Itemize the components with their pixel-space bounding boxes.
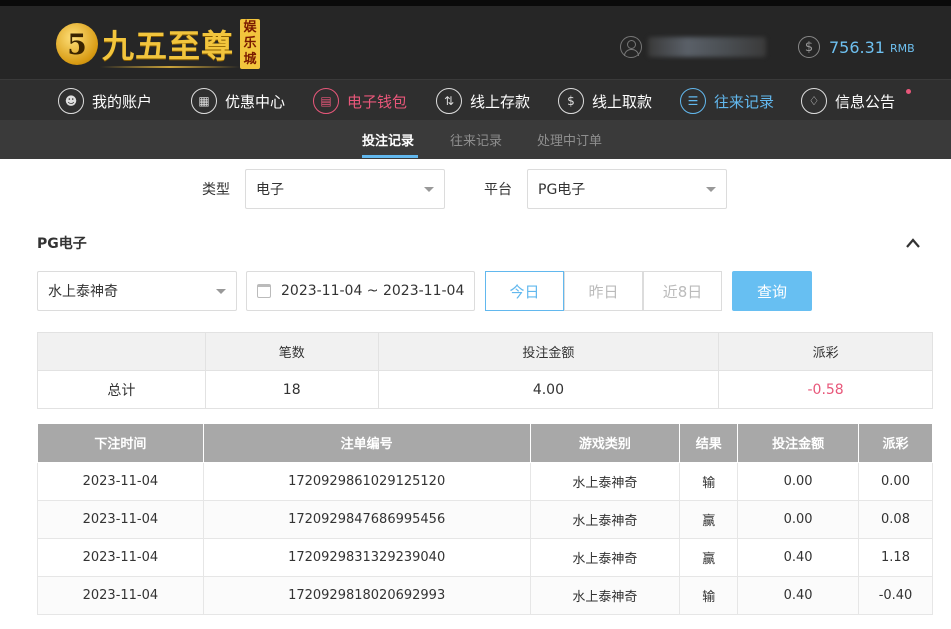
cell-order-id: 1720929861029125120 xyxy=(203,462,531,501)
quick-today[interactable]: 今日 xyxy=(485,271,564,311)
cell-order-id: 1720929818020692993 xyxy=(203,576,531,615)
type-label: 类型 xyxy=(202,182,230,198)
user-info[interactable] xyxy=(620,36,766,58)
chevron-down-icon xyxy=(216,289,226,294)
logo-badge: 5 xyxy=(56,23,98,65)
summary-header xyxy=(37,332,206,371)
cell-game-type: 水上泰神奇 xyxy=(530,538,681,577)
cell-result: 赢 xyxy=(679,538,739,577)
table-row[interactable]: 2023-11-04 1720929861029125120 水上泰神奇输 0.00 0… xyxy=(37,462,933,501)
deposit-icon: ⇅ xyxy=(436,88,462,114)
summary-header: 笔数 xyxy=(204,332,379,371)
nav-my-account[interactable]: ☻ 我的账户 xyxy=(58,87,152,115)
gift-icon: ▦ xyxy=(191,88,217,114)
summary-header: 派彩 xyxy=(718,332,933,371)
nav-promotions[interactable]: ▦ 优惠中心 xyxy=(191,87,285,115)
cell-bet-amount: 0.00 xyxy=(737,462,860,501)
nav-withdraw[interactable]: $ 线上取款 xyxy=(558,87,652,115)
user-icon: ☻ xyxy=(58,88,84,114)
table-row[interactable]: 2023-11-04 1720929831329239040 水上泰神奇赢 0.40 1… xyxy=(37,538,933,577)
cell-game-type: 水上泰神奇 xyxy=(530,462,681,501)
cell-result: 赢 xyxy=(679,500,739,539)
active-tab-indicator xyxy=(362,155,418,158)
quick-last-8-days[interactable]: 近8日 xyxy=(643,271,722,311)
tab-pending-orders[interactable]: 处理中订单 xyxy=(537,130,602,149)
nav-announcements[interactable]: ♢ 信息公告 xyxy=(801,87,895,115)
balance-value: 756.31 xyxy=(829,37,885,57)
nav-e-wallet[interactable]: ▤ 电子钱包 xyxy=(313,87,407,115)
type-value: 电子 xyxy=(256,182,284,198)
records-icon: ☰ xyxy=(680,88,706,114)
nav-records[interactable]: ☰ 往来记录 xyxy=(680,87,774,115)
balance: $ 756.31 RMB xyxy=(798,36,915,58)
notification-dot xyxy=(906,89,911,94)
cell-payout: 1.18 xyxy=(858,538,933,577)
cell-payout: -0.40 xyxy=(858,576,933,615)
brand-name: 九五至尊 xyxy=(102,27,235,65)
summary-table: 笔数 投注金额 派彩 总计 18 4.00 -0.58 xyxy=(37,332,933,409)
game-select[interactable]: 水上泰神奇 xyxy=(37,271,237,311)
withdraw-icon: $ xyxy=(558,88,584,114)
sub-nav: 投注记录 往来记录 处理中订单 xyxy=(0,120,951,159)
main-nav: ☻ 我的账户 ▦ 优惠中心 ▤ 电子钱包 ⇅ 线上存款 $ 线上取款 ☰ 往来记录 ♢ 信息公… xyxy=(0,79,951,120)
calendar-icon xyxy=(257,284,271,298)
nav-deposit[interactable]: ⇅ 线上存款 xyxy=(436,87,530,115)
bell-icon: ♢ xyxy=(801,88,827,114)
chevron-up-icon[interactable] xyxy=(906,236,920,250)
table-row[interactable]: 2023-11-04 1720929818020692993 水上泰神奇输 0.40-… xyxy=(37,576,933,615)
col-game-type: 游戏类别 xyxy=(529,424,681,463)
date-range-value: 2023-11-04 ~ 2023-11-04 xyxy=(281,283,465,299)
chevron-down-icon xyxy=(424,187,434,192)
summary-payout: -0.58 xyxy=(718,370,933,409)
dollar-icon: $ xyxy=(798,36,820,58)
query-button[interactable]: 查询 xyxy=(732,271,812,311)
table-row[interactable]: 2023-11-04 1720929847686995456 水上泰神奇赢 0.00 0… xyxy=(37,500,933,539)
cell-bet-amount: 0.40 xyxy=(737,538,860,577)
section-title: PG电子 xyxy=(37,236,87,252)
col-order-id: 注单编号 xyxy=(202,424,531,463)
cell-bet-time: 2023-11-04 xyxy=(37,538,204,577)
records-table: 下注时间 注单编号 游戏类别 结果 投注金额 派彩 2023-11-04 1720… xyxy=(37,424,933,615)
cell-order-id: 1720929831329239040 xyxy=(203,538,531,577)
platform-label: 平台 xyxy=(484,182,512,198)
cell-order-id: 1720929847686995456 xyxy=(203,500,531,539)
chevron-down-icon xyxy=(706,187,716,192)
summary-header: 投注金额 xyxy=(377,332,720,371)
cell-game-type: 水上泰神奇 xyxy=(530,500,681,539)
cell-bet-amount: 0.40 xyxy=(737,576,860,615)
cell-game-type: 水上泰神奇 xyxy=(530,576,681,615)
col-bet-time: 下注时间 xyxy=(37,424,204,463)
logo-ornament xyxy=(100,66,240,68)
col-result: 结果 xyxy=(679,424,739,463)
game-value: 水上泰神奇 xyxy=(48,284,118,300)
date-range-picker[interactable]: 2023-11-04 ~ 2023-11-04 xyxy=(246,271,475,311)
wallet-icon: ▤ xyxy=(313,88,339,114)
summary-bet: 4.00 xyxy=(377,370,720,409)
cell-payout: 0.00 xyxy=(858,462,933,501)
tab-transactions[interactable]: 往来记录 xyxy=(450,130,502,149)
type-select[interactable]: 电子 xyxy=(245,169,445,209)
logo[interactable]: 5 九五至尊 娱乐城 xyxy=(56,16,261,72)
cell-bet-time: 2023-11-04 xyxy=(37,576,204,615)
cell-payout: 0.08 xyxy=(858,500,933,539)
cell-result: 输 xyxy=(679,462,739,501)
cell-result: 输 xyxy=(679,576,739,615)
summary-count: 18 xyxy=(204,370,379,409)
platform-select[interactable]: PG电子 xyxy=(527,169,727,209)
cell-bet-time: 2023-11-04 xyxy=(37,500,204,539)
quick-yesterday[interactable]: 昨日 xyxy=(564,271,643,311)
col-bet-amount: 投注金额 xyxy=(737,424,860,463)
tab-bet-records[interactable]: 投注记录 xyxy=(362,130,414,149)
header: 5 九五至尊 娱乐城 $ 756.31 RMB xyxy=(0,6,951,79)
user-icon xyxy=(620,36,642,58)
cell-bet-time: 2023-11-04 xyxy=(37,462,204,501)
summary-label: 总计 xyxy=(37,370,206,409)
cell-bet-amount: 0.00 xyxy=(737,500,860,539)
balance-unit: RMB xyxy=(889,42,915,55)
brand-stamp: 娱乐城 xyxy=(240,19,261,69)
col-payout: 派彩 xyxy=(858,424,933,463)
platform-value: PG电子 xyxy=(538,182,586,198)
username-redacted xyxy=(648,37,766,57)
